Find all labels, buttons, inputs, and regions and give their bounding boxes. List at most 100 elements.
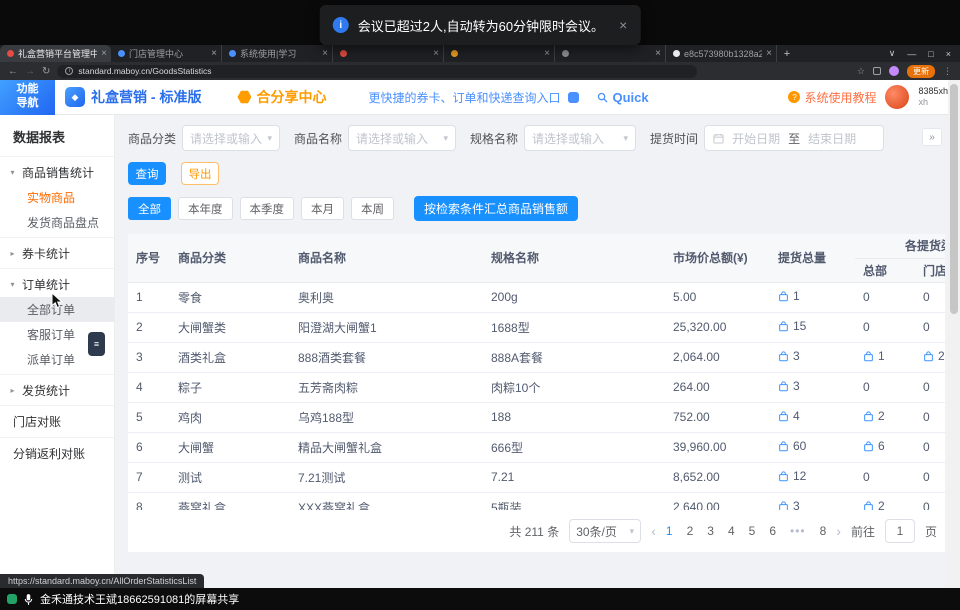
col-subheader-store[interactable]: 门店 [915,258,945,282]
reload-button[interactable]: ↻ [42,66,50,77]
promo-link[interactable]: 更快捷的券卡、订单和快递查询入口 [368,89,560,106]
browser-tab[interactable]: 门店管理中心× [111,45,222,62]
forward-button[interactable]: → [25,66,35,77]
pickup-value: 1 [863,349,885,363]
page-number[interactable]: 1 [666,524,673,538]
function-nav-line2: 导航 [17,97,39,111]
col-header-name[interactable]: 商品名称 [290,234,483,282]
quick-search-link[interactable]: Quick [597,90,648,105]
toast-message: 会议已超过2人,自动转为60分钟限时会议。 [358,16,604,35]
new-tab-button[interactable]: + [777,45,797,62]
toast-close-icon[interactable]: × [619,17,627,33]
browser-tab[interactable]: × [333,45,444,62]
sidebar-item[interactable]: 发货商品盘点 [0,210,114,235]
close-button[interactable]: × [946,49,951,59]
table-scroll-area[interactable]: 序号 商品分类 商品名称 规格名称 市场价总额(¥) 提货总量 各提货渠道 总部… [128,234,945,510]
address-bar[interactable]: i standard.maboy.cn/GoodsStatistics [57,65,697,78]
sidebar-collapse-handle[interactable]: ≡ [88,332,105,356]
sidebar-item[interactable]: 分销返利对账 [0,440,114,467]
chevron-right-icon: ▸ [8,249,17,258]
back-button[interactable]: ← [8,66,18,77]
tab-close-icon[interactable]: × [101,48,107,59]
goto-page-input[interactable] [885,519,915,543]
cell-name: 精品大闸蟹礼盒 [290,432,483,462]
col-header-no[interactable]: 序号 [128,234,170,282]
tab-close-icon[interactable]: × [655,48,661,59]
col-header-category[interactable]: 商品分类 [170,234,290,282]
tab-close-icon[interactable]: × [544,48,550,59]
share-center-link[interactable]: 合分享中心 [237,87,326,107]
export-button[interactable]: 导出 [181,162,219,185]
browser-tab[interactable]: 系统使用|学习× [222,45,333,62]
sidebar-section-title: 数据报表 [0,115,114,157]
cell-store: 0 [915,492,945,510]
col-header-spec[interactable]: 规格名称 [483,234,665,282]
browser-tab[interactable]: × [444,45,555,62]
tab-close-icon[interactable]: × [322,48,328,59]
function-nav-button[interactable]: 功能 导航 [0,80,55,115]
sidebar-group-label[interactable]: ▾商品销售统计 [0,159,114,185]
page-size-select[interactable]: 30条/页 ▾ [569,519,641,543]
extensions-icon[interactable] [873,67,881,75]
pickup-bag-icon [863,351,874,362]
sidebar-group-text: 券卡统计 [22,245,70,262]
page-number[interactable]: 6 [769,524,776,538]
quick-tab[interactable]: 本年度 [178,197,233,220]
page-number[interactable]: 3 [707,524,714,538]
col-header-amount[interactable]: 市场价总额(¥) [665,234,770,282]
chevron-down-icon: ▾ [8,168,17,177]
next-page-button[interactable]: › [836,523,841,539]
browser-profile-avatar[interactable] [889,66,899,76]
site-info-icon[interactable]: i [65,67,73,75]
sidebar-group-label[interactable]: ▸ 券卡统计 [0,240,114,266]
category-select[interactable]: 请选择或输入 ▾ [182,125,280,151]
category-label: 商品分类 [128,130,176,147]
scrollbar-thumb[interactable] [950,84,958,314]
tab-favicon [340,50,347,57]
tab-close-icon[interactable]: × [766,48,772,59]
cell-name: 888酒类套餐 [290,342,483,372]
quick-tab[interactable]: 本季度 [240,197,295,220]
cell-amount: 39,960.00 [665,432,770,462]
prev-page-button[interactable]: ‹ [651,523,656,539]
collapse-filters-button[interactable]: » [922,128,942,146]
sidebar-group-label[interactable]: ▸发货统计 [0,377,114,403]
bookmark-star-icon[interactable]: ☆ [857,66,865,77]
sidebar-item[interactable]: 实物商品 [0,185,114,210]
maximize-button[interactable]: □ [928,49,933,59]
sidebar-group: ▸ 券卡统计 [0,238,114,269]
page-number[interactable]: 8 [820,524,827,538]
username-sub: xh [918,97,948,108]
quick-tab[interactable]: 本周 [351,197,394,220]
name-select[interactable]: 请选择或输入 ▾ [348,125,456,151]
query-button[interactable]: 查询 [128,162,166,185]
tab-search-icon[interactable]: ∨ [889,48,896,59]
cell-pickup: 12 [770,462,855,492]
user-avatar[interactable] [885,85,909,109]
page-number[interactable]: 2 [687,524,694,538]
page-number[interactable]: 5 [749,524,756,538]
page-number[interactable]: 4 [728,524,735,538]
minimize-button[interactable]: — [907,49,916,59]
cell-hq: 1 [855,342,915,372]
sidebar-item[interactable]: 门店对账 [0,408,114,435]
sidebar-group-text: 发货统计 [22,382,70,399]
tab-close-icon[interactable]: × [211,48,217,59]
browser-menu-icon[interactable]: ⋮ [943,66,952,77]
quick-tab[interactable]: 本月 [301,197,344,220]
tutorial-link[interactable]: ? 系统使用教程 [788,89,876,106]
quick-tab[interactable]: 全部 [128,197,171,220]
tab-close-icon[interactable]: × [433,48,439,59]
cell-no: 3 [128,342,170,372]
col-header-pickup[interactable]: 提货总量 [770,234,855,282]
spec-select[interactable]: 请选择或输入 ▾ [524,125,636,151]
date-range-picker[interactable]: 开始日期 至 结束日期 [704,125,884,151]
browser-tab[interactable]: 礼盒营销平台管理中心× [0,45,111,62]
browser-tab[interactable]: e8c573980b1328a258fd2e6f× [666,45,777,62]
col-subheader-hq[interactable]: 总部 [855,258,915,282]
summary-button[interactable]: 按检索条件汇总商品销售额 [414,196,578,221]
browser-update-button[interactable]: 更新 [907,65,935,78]
cell-spec: 肉粽10个 [483,372,665,402]
page-scrollbar[interactable] [948,80,960,588]
browser-tab[interactable]: × [555,45,666,62]
